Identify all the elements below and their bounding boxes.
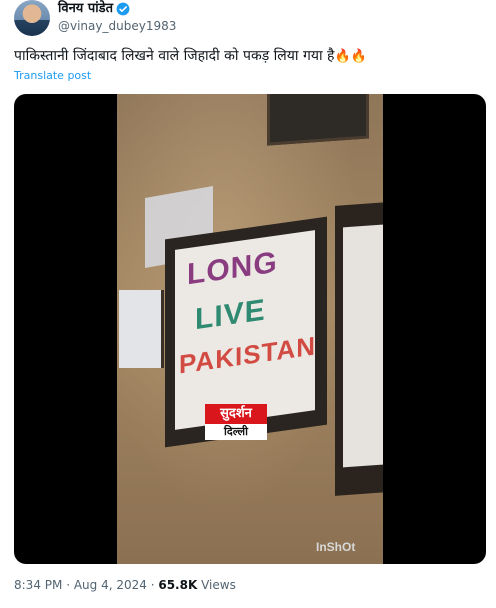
wall-paper-right [343,224,383,468]
sign-text: LONG LIVE PAKISTAN [177,242,317,380]
channel-logo-bottom: दिल्ली [205,424,267,440]
channel-logo: सुदर्शन दिल्ली [205,404,267,440]
meta-separator: · [66,578,74,592]
verified-badge-icon [116,2,130,16]
tweet-body: पाकिस्तानी जिंदाबाद लिखने वाले जिहादी को… [14,48,335,64]
tweet-video[interactable]: LONG LIVE PAKISTAN सुदर्शन दिल्ली InShOt [14,94,486,564]
channel-logo-top: सुदर्शन [205,404,267,424]
author-handle[interactable]: @vinay_dubey1983 [58,18,176,34]
sign-line-2: LIVE [195,293,266,337]
author-name-row[interactable]: विनय पांडेत [58,0,130,18]
tweet-date[interactable]: Aug 4, 2024 [74,578,147,592]
tweet-text: पाकिस्तानी जिंदाबाद लिखने वाले जिहादी को… [14,46,367,67]
tweet-meta: 8:34 PM · Aug 4, 2024 · 65.8K Views [14,576,236,594]
video-frame: LONG LIVE PAKISTAN सुदर्शन दिल्ली [117,94,383,564]
tweet-time[interactable]: 8:34 PM [14,578,62,592]
views-label: Views [201,578,236,592]
author-display-name[interactable]: विनय पांडेत [58,0,113,18]
wall-frame-top [267,94,369,146]
translate-post-link[interactable]: Translate post [14,68,91,84]
video-watermark: InShOt [316,540,356,554]
fire-emoji-icon: 🔥🔥 [334,49,367,64]
author-avatar[interactable] [14,0,50,36]
wall-paper-left [119,290,164,368]
views-count: 65.8K [158,578,198,592]
